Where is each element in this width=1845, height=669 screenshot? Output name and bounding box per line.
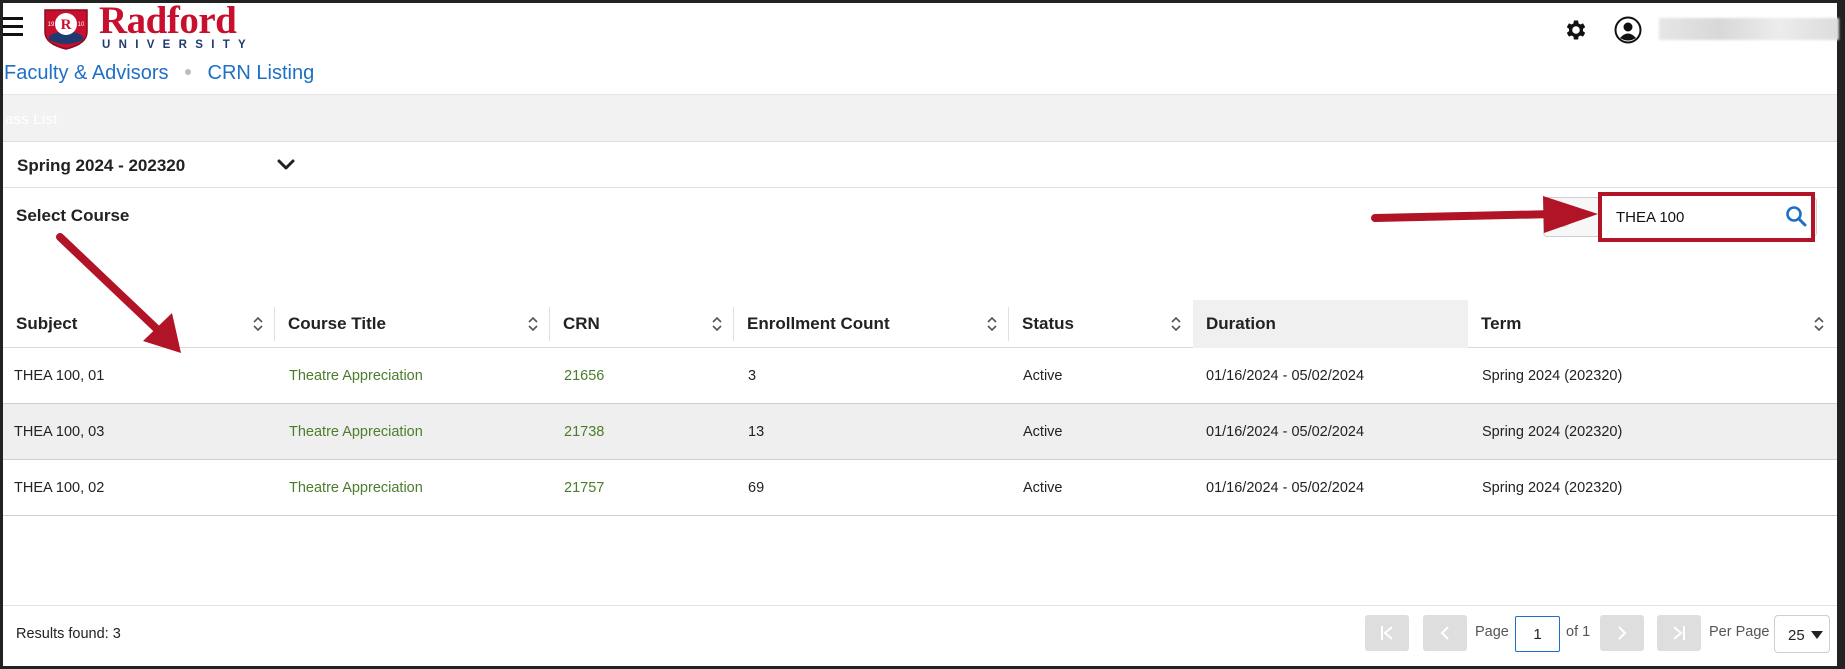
per-page-value: 25 <box>1788 627 1805 644</box>
column-header-course-title[interactable]: Course Title <box>275 300 550 348</box>
cell-status: Active <box>1023 480 1063 496</box>
sort-icon[interactable] <box>252 315 264 333</box>
table-header: Subject Course Title CRN Enrollment Coun… <box>3 300 1837 348</box>
column-header-subject[interactable]: Subject <box>3 300 275 348</box>
cell-crn-link[interactable]: 21738 <box>564 404 604 460</box>
logo-subtext: UNIVERSITY <box>102 39 255 51</box>
cell-course-title-link[interactable]: Theatre Appreciation <box>289 348 423 404</box>
column-label: Subject <box>16 314 78 333</box>
section-band: ass List <box>3 94 1837 142</box>
column-label: Duration <box>1206 314 1276 333</box>
search-ghost-icon <box>1552 207 1572 227</box>
last-page-icon <box>1673 626 1685 640</box>
page-total: of 1 <box>1566 624 1591 640</box>
previous-page-button[interactable] <box>1423 615 1467 651</box>
cell-status: Active <box>1023 424 1063 440</box>
cell-course-title-link[interactable]: Theatre Appreciation <box>289 404 423 460</box>
cell-subject: THEA 100, 01 <box>14 368 105 384</box>
sort-icon[interactable] <box>711 315 723 333</box>
sort-icon[interactable] <box>1170 315 1182 333</box>
first-page-icon <box>1381 626 1393 640</box>
cell-enrollment: 3 <box>748 368 757 384</box>
first-page-button[interactable] <box>1365 615 1409 651</box>
term-dropdown[interactable]: Spring 2024 - 202320 <box>17 153 297 179</box>
user-icon[interactable] <box>1614 16 1642 44</box>
table-footer: Results found: 3 Page of 1 Per Page 25 <box>3 605 1837 661</box>
breadcrumb-faculty-advisors[interactable]: Faculty & Advisors <box>4 62 169 84</box>
column-header-crn[interactable]: CRN <box>550 300 734 348</box>
cell-enrollment: 13 <box>748 424 765 440</box>
table-row[interactable]: THEA 100, 02 Theatre Appreciation 21757 … <box>3 460 1837 516</box>
column-label: Enrollment Count <box>747 314 890 333</box>
cell-crn-link[interactable]: 21757 <box>564 460 604 516</box>
cell-subject: THEA 100, 03 <box>14 424 105 440</box>
column-label: CRN <box>563 314 600 333</box>
results-count: Results found: 3 <box>16 626 121 642</box>
sort-icon[interactable] <box>527 315 539 333</box>
last-page-button[interactable] <box>1657 615 1701 651</box>
cell-term: Spring 2024 (202320) <box>1482 368 1623 384</box>
seal-letter: R <box>61 17 72 33</box>
column-header-term[interactable]: Term <box>1468 300 1837 348</box>
university-seal-icon: R 19 10 <box>44 9 88 50</box>
cell-crn-link[interactable]: 21656 <box>564 348 604 404</box>
sort-icon[interactable] <box>1813 315 1825 333</box>
table-row[interactable]: THEA 100, 01 Theatre Appreciation 21656 … <box>3 348 1837 404</box>
search-icon[interactable] <box>1785 205 1807 227</box>
cell-enrollment: 69 <box>748 480 765 496</box>
breadcrumb-separator <box>184 68 191 75</box>
sort-icon[interactable] <box>986 315 998 333</box>
chevron-left-icon <box>1440 626 1449 640</box>
cell-status: Active <box>1023 368 1063 384</box>
page-number-input[interactable] <box>1515 616 1560 652</box>
cell-subject: THEA 100, 02 <box>14 480 105 496</box>
cell-duration: 01/16/2024 - 05/02/2024 <box>1206 424 1365 440</box>
column-header-enrollment-count[interactable]: Enrollment Count <box>734 300 1009 348</box>
per-page-label: Per Page <box>1709 624 1770 640</box>
logo-wordmark[interactable]: Radford <box>99 1 237 40</box>
column-label: Status <box>1022 314 1074 333</box>
chevron-right-icon <box>1618 626 1627 640</box>
column-label: Term <box>1481 314 1522 333</box>
table-row[interactable]: THEA 100, 03 Theatre Appreciation 21738 … <box>3 404 1837 460</box>
caret-down-icon <box>1811 631 1823 639</box>
search-input[interactable] <box>1606 200 1781 234</box>
top-header: R 19 10 Radford UNIVERSITY <box>3 1 1839 61</box>
term-row: Spring 2024 - 202320 <box>3 143 1837 188</box>
chevron-down-icon[interactable] <box>277 158 295 172</box>
select-course-label: Select Course <box>16 206 130 225</box>
page-label: Page <box>1475 624 1509 640</box>
cell-term: Spring 2024 (202320) <box>1482 424 1623 440</box>
column-header-duration[interactable]: Duration <box>1193 300 1468 348</box>
column-label: Course Title <box>288 314 386 333</box>
next-page-button[interactable] <box>1600 615 1644 651</box>
username-redacted <box>1659 18 1839 40</box>
hamburger-icon[interactable] <box>3 17 25 37</box>
seal-year-right: 10 <box>78 22 85 28</box>
section-title: ass List <box>5 111 58 128</box>
term-selected-value: Spring 2024 - 202320 <box>17 156 186 175</box>
per-page-select[interactable]: 25 <box>1774 615 1830 653</box>
search-highlight-box <box>1598 192 1815 242</box>
cell-course-title-link[interactable]: Theatre Appreciation <box>289 460 423 516</box>
cell-term: Spring 2024 (202320) <box>1482 480 1623 496</box>
breadcrumb: Faculty & Advisors CRN Listing <box>4 62 314 88</box>
column-header-status[interactable]: Status <box>1009 300 1193 348</box>
cell-duration: 01/16/2024 - 05/02/2024 <box>1206 480 1365 496</box>
cell-duration: 01/16/2024 - 05/02/2024 <box>1206 368 1365 384</box>
gear-icon[interactable] <box>1563 17 1589 43</box>
breadcrumb-crn-listing[interactable]: CRN Listing <box>208 62 315 84</box>
seal-year-left: 19 <box>48 22 55 28</box>
